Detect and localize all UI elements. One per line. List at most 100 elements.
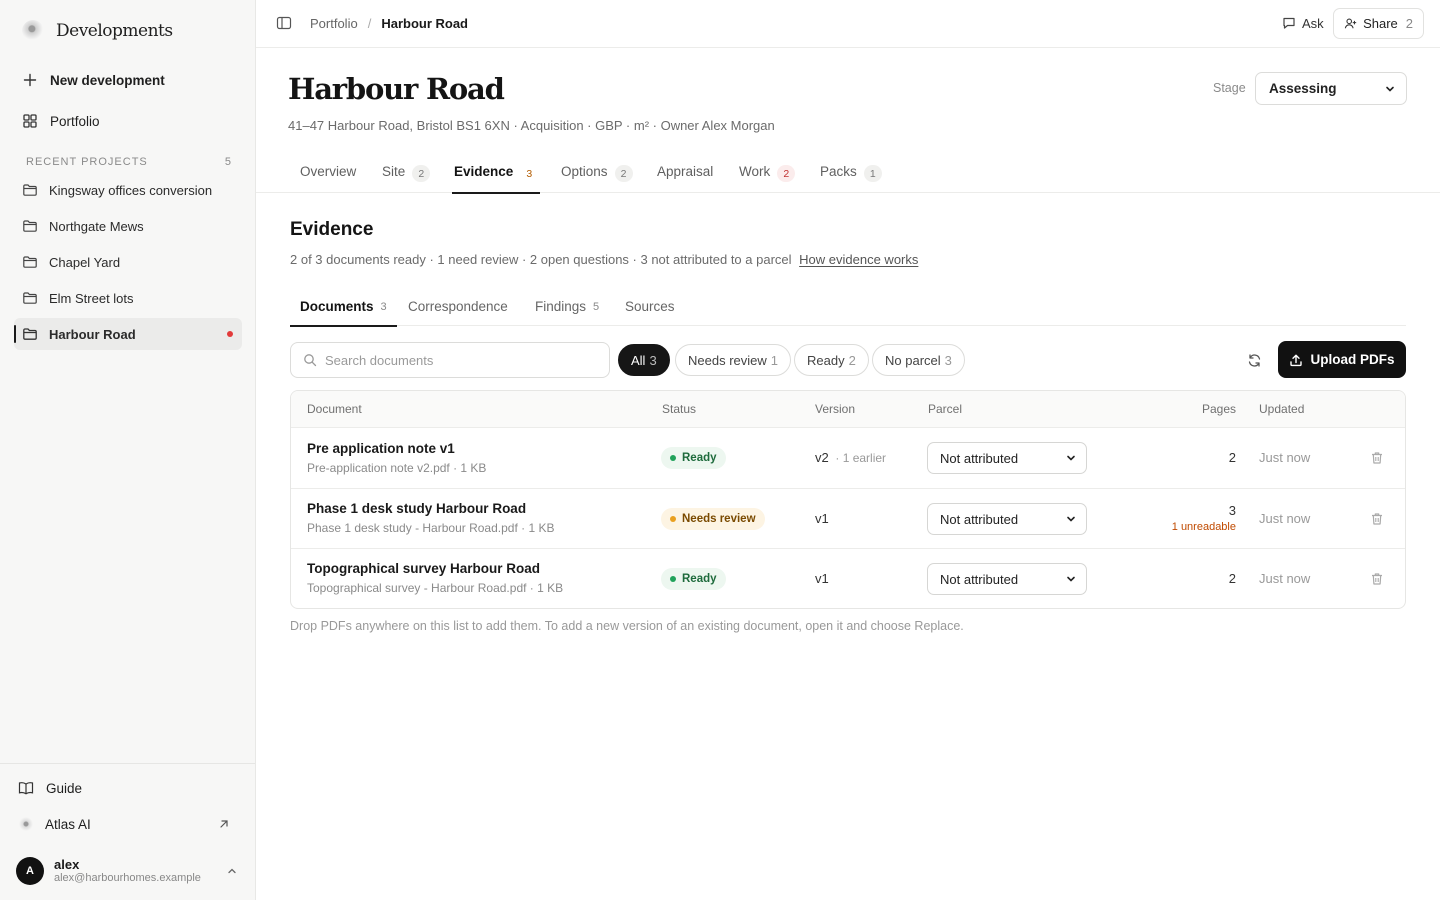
sidebar-project-elm-street[interactable]: Elm Street lots [14,282,242,314]
brand[interactable]: Developments [22,20,173,42]
recent-projects-count: 5 [224,156,232,168]
sidebar-project-harbour-road[interactable]: Harbour Road [14,318,242,350]
page-subtitle: 41–47 Harbour Road, Bristol BS1 6XN · Ac… [288,118,775,133]
trash-icon[interactable] [1369,450,1385,466]
user-name: alex [54,857,80,872]
breadcrumb-separator: / [367,15,372,31]
ask-button[interactable]: Ask [1274,8,1332,38]
tab-packs[interactable]: Packs 1 [820,156,882,193]
upload-icon [1290,354,1303,366]
breadcrumb-portfolio[interactable]: Portfolio [310,16,358,31]
sidebar-item-atlas-ai[interactable]: Atlas AI [10,807,238,841]
parcel-value: Not attributed [940,450,1019,466]
trash-icon[interactable] [1369,511,1385,527]
folder-icon [23,220,37,232]
table-row[interactable]: Phase 1 desk study Harbour Road Phase 1 … [291,489,1405,549]
column-header-document: Document [307,402,362,416]
sidebar-project-kingsway[interactable]: Kingsway offices conversion [14,174,242,206]
pages-count: 3 [1228,503,1236,518]
document-file: Topographical survey - Harbour Road.pdf … [307,581,564,595]
tab-overview[interactable]: Overview [300,156,356,193]
sidebar-toggle-icon[interactable] [276,15,292,31]
parcel-select[interactable]: Not attributed [927,442,1087,474]
tab-work[interactable]: Work 2 [739,156,796,193]
filter-all[interactable]: All 3 [618,344,670,376]
status-dot [670,576,676,582]
refresh-button[interactable] [1243,349,1265,371]
recent-projects-title: RECENT PROJECTS [26,156,148,168]
atlas-logo-icon [19,817,33,831]
tab-evidence[interactable]: Evidence 3 [451,156,541,194]
updated-time: Just now [1259,450,1311,465]
tab-label: Evidence [454,164,514,179]
status-badge: Needs review [661,508,765,530]
subtab-findings[interactable]: Findings 5 [535,291,599,326]
parcel-value: Not attributed [940,511,1019,527]
chevron-down-icon [1067,455,1075,461]
sidebar-project-chapel-yard[interactable]: Chapel Yard [14,246,242,278]
sidebar-item-label: Guide [46,780,83,796]
search-icon [304,354,317,367]
tab-badge: 2 [614,165,633,182]
filter-ready[interactable]: Ready 2 [794,344,869,376]
pages-warning: 1 unreadable [1171,521,1236,533]
upload-label: Upload PDFs [1310,352,1395,367]
tab-site[interactable]: Site 2 [382,156,431,193]
drop-hint: Drop PDFs anywhere on this list to add t… [290,619,964,633]
project-label: Chapel Yard [49,254,121,270]
evidence-summary: 2 of 3 documents ready · 1 need review ·… [290,252,918,267]
evidence-summary-text: 2 of 3 documents ready · 1 need review ·… [290,252,792,267]
subtab-label: Findings [535,299,587,314]
parcel-select[interactable]: Not attributed [927,503,1087,535]
tab-label: Appraisal [657,164,714,179]
sidebar-item-guide[interactable]: Guide [10,771,238,805]
sidebar: Developments New development Portfolio R… [0,0,256,900]
sidebar-item-portfolio[interactable]: Portfolio [14,104,242,138]
documents-table: Document Status Version Parcel Pages Upd… [290,390,1406,609]
filter-count: 3 [649,352,657,368]
subtab-sources[interactable]: Sources [625,291,675,326]
parcel-select[interactable]: Not attributed [927,563,1087,595]
help-link[interactable]: How evidence works [799,252,918,267]
table-row[interactable]: Topographical survey Harbour Road Topogr… [291,549,1405,608]
filter-needs-review[interactable]: Needs review 1 [675,344,791,376]
sidebar-divider [0,763,255,764]
document-name[interactable]: Pre application note v1 [307,441,455,456]
subtab-documents[interactable]: Documents 3 [290,291,397,327]
trash-icon[interactable] [1369,571,1385,587]
stage-select[interactable]: Assessing [1255,72,1407,105]
search-input[interactable]: Search documents [290,342,610,378]
subtab-correspondence[interactable]: Correspondence [408,291,508,326]
tab-options[interactable]: Options 2 [561,156,633,193]
version: v2 · 1 earlier [815,450,886,465]
status-label: Needs review [682,513,756,525]
table-row[interactable]: Pre application note v1 Pre-application … [291,428,1405,489]
filter-no-parcel[interactable]: No parcel 3 [872,344,965,376]
tab-appraisal[interactable]: Appraisal [657,156,713,193]
tab-badge: 2 [777,165,796,182]
page-title: Harbour Road [288,72,505,106]
column-header-updated: Updated [1259,402,1305,416]
pages-count: 2 [1228,450,1236,465]
user-menu[interactable]: A alex alex@harbourhomes.example [16,855,242,887]
document-name[interactable]: Topographical survey Harbour Road [307,561,540,576]
new-development-button[interactable]: New development [14,63,242,97]
section-title: Evidence [290,219,374,240]
ask-label: Ask [1302,15,1324,31]
share-button[interactable]: Share 2 [1333,8,1424,39]
tab-label: Options [561,164,608,179]
filter-count: 3 [944,352,952,368]
refresh-icon [1248,353,1260,367]
document-name[interactable]: Phase 1 desk study Harbour Road [307,501,526,516]
status-dot [670,516,676,522]
parcel-value: Not attributed [940,571,1019,587]
upload-pdfs-button[interactable]: Upload PDFs [1278,341,1406,378]
status-badge: Ready [661,568,726,590]
breadcrumb-current: Harbour Road [381,15,468,31]
stage-value: Assessing [1269,81,1337,96]
project-label: Kingsway offices conversion [49,182,213,198]
table-header: Document Status Version Parcel Pages Upd… [291,391,1405,428]
sidebar-project-northgate[interactable]: Northgate Mews [14,210,242,242]
filter-label: No parcel [885,352,941,368]
user-email: alex@harbourhomes.example [54,872,201,884]
